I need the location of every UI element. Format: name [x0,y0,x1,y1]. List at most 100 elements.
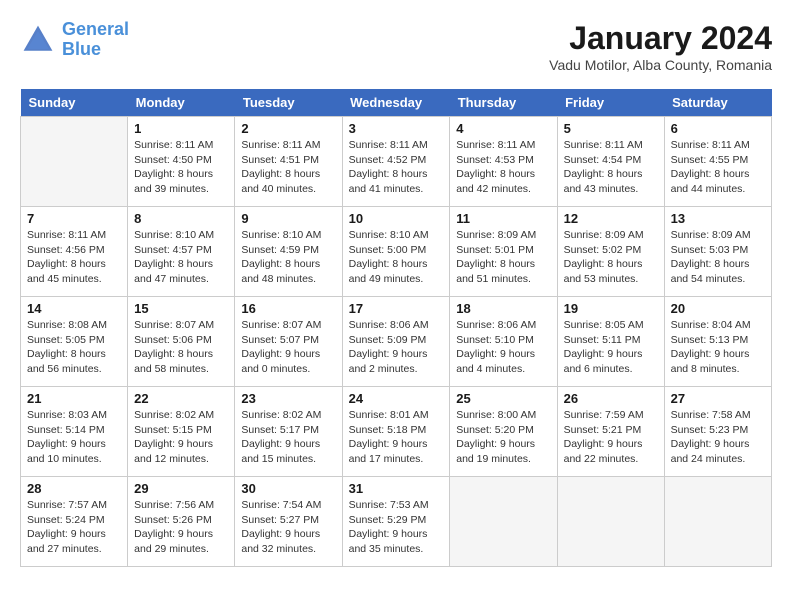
day-info: Sunrise: 8:09 AMSunset: 5:02 PMDaylight:… [564,228,658,287]
day-cell: 16 Sunrise: 8:07 AMSunset: 5:07 PMDaylig… [235,297,342,387]
day-info: Sunrise: 8:07 AMSunset: 5:06 PMDaylight:… [134,318,228,377]
day-cell: 23 Sunrise: 8:02 AMSunset: 5:17 PMDaylig… [235,387,342,477]
day-cell: 20 Sunrise: 8:04 AMSunset: 5:13 PMDaylig… [664,297,771,387]
day-cell: 22 Sunrise: 8:02 AMSunset: 5:15 PMDaylig… [128,387,235,477]
logo-line2: Blue [62,39,101,59]
day-info: Sunrise: 7:53 AMSunset: 5:29 PMDaylight:… [349,498,444,557]
day-info: Sunrise: 8:07 AMSunset: 5:07 PMDaylight:… [241,318,335,377]
day-cell: 10 Sunrise: 8:10 AMSunset: 5:00 PMDaylig… [342,207,450,297]
day-number: 10 [349,211,444,226]
day-number: 7 [27,211,121,226]
day-number: 8 [134,211,228,226]
day-number: 20 [671,301,765,316]
day-number: 21 [27,391,121,406]
day-number: 25 [456,391,550,406]
week-row-1: 7 Sunrise: 8:11 AMSunset: 4:56 PMDayligh… [21,207,772,297]
day-info: Sunrise: 8:06 AMSunset: 5:09 PMDaylight:… [349,318,444,377]
day-cell [664,477,771,567]
day-cell: 28 Sunrise: 7:57 AMSunset: 5:24 PMDaylig… [21,477,128,567]
logo-text: General Blue [62,20,129,60]
week-row-4: 28 Sunrise: 7:57 AMSunset: 5:24 PMDaylig… [21,477,772,567]
day-info: Sunrise: 8:10 AMSunset: 4:57 PMDaylight:… [134,228,228,287]
day-info: Sunrise: 8:02 AMSunset: 5:15 PMDaylight:… [134,408,228,467]
day-number: 28 [27,481,121,496]
day-cell [557,477,664,567]
day-number: 11 [456,211,550,226]
header-tuesday: Tuesday [235,89,342,117]
day-cell: 18 Sunrise: 8:06 AMSunset: 5:10 PMDaylig… [450,297,557,387]
week-row-0: 1 Sunrise: 8:11 AMSunset: 4:50 PMDayligh… [21,117,772,207]
day-cell: 21 Sunrise: 8:03 AMSunset: 5:14 PMDaylig… [21,387,128,477]
day-info: Sunrise: 8:11 AMSunset: 4:55 PMDaylight:… [671,138,765,197]
day-info: Sunrise: 8:00 AMSunset: 5:20 PMDaylight:… [456,408,550,467]
day-info: Sunrise: 8:01 AMSunset: 5:18 PMDaylight:… [349,408,444,467]
day-info: Sunrise: 7:54 AMSunset: 5:27 PMDaylight:… [241,498,335,557]
day-cell: 14 Sunrise: 8:08 AMSunset: 5:05 PMDaylig… [21,297,128,387]
day-number: 24 [349,391,444,406]
day-info: Sunrise: 7:58 AMSunset: 5:23 PMDaylight:… [671,408,765,467]
location: Vadu Motilor, Alba County, Romania [549,57,772,73]
day-info: Sunrise: 8:03 AMSunset: 5:14 PMDaylight:… [27,408,121,467]
header-saturday: Saturday [664,89,771,117]
day-number: 19 [564,301,658,316]
day-info: Sunrise: 8:09 AMSunset: 5:01 PMDaylight:… [456,228,550,287]
day-number: 5 [564,121,658,136]
day-cell: 30 Sunrise: 7:54 AMSunset: 5:27 PMDaylig… [235,477,342,567]
page-header: General Blue January 2024 Vadu Motilor, … [20,20,772,73]
day-number: 22 [134,391,228,406]
day-number: 31 [349,481,444,496]
header-thursday: Thursday [450,89,557,117]
day-cell: 19 Sunrise: 8:05 AMSunset: 5:11 PMDaylig… [557,297,664,387]
logo: General Blue [20,20,129,60]
header-wednesday: Wednesday [342,89,450,117]
day-number: 12 [564,211,658,226]
day-number: 4 [456,121,550,136]
day-number: 1 [134,121,228,136]
day-cell: 6 Sunrise: 8:11 AMSunset: 4:55 PMDayligh… [664,117,771,207]
day-number: 17 [349,301,444,316]
day-info: Sunrise: 8:04 AMSunset: 5:13 PMDaylight:… [671,318,765,377]
day-number: 18 [456,301,550,316]
day-number: 16 [241,301,335,316]
day-cell: 1 Sunrise: 8:11 AMSunset: 4:50 PMDayligh… [128,117,235,207]
day-cell: 17 Sunrise: 8:06 AMSunset: 5:09 PMDaylig… [342,297,450,387]
week-row-2: 14 Sunrise: 8:08 AMSunset: 5:05 PMDaylig… [21,297,772,387]
day-number: 15 [134,301,228,316]
title-block: January 2024 Vadu Motilor, Alba County, … [549,20,772,73]
week-row-3: 21 Sunrise: 8:03 AMSunset: 5:14 PMDaylig… [21,387,772,477]
day-number: 9 [241,211,335,226]
day-number: 3 [349,121,444,136]
day-info: Sunrise: 8:11 AMSunset: 4:54 PMDaylight:… [564,138,658,197]
day-number: 6 [671,121,765,136]
header-monday: Monday [128,89,235,117]
day-info: Sunrise: 8:09 AMSunset: 5:03 PMDaylight:… [671,228,765,287]
day-cell: 26 Sunrise: 7:59 AMSunset: 5:21 PMDaylig… [557,387,664,477]
day-info: Sunrise: 8:11 AMSunset: 4:50 PMDaylight:… [134,138,228,197]
day-cell: 13 Sunrise: 8:09 AMSunset: 5:03 PMDaylig… [664,207,771,297]
day-info: Sunrise: 7:56 AMSunset: 5:26 PMDaylight:… [134,498,228,557]
month-title: January 2024 [549,20,772,57]
day-cell: 15 Sunrise: 8:07 AMSunset: 5:06 PMDaylig… [128,297,235,387]
day-info: Sunrise: 7:59 AMSunset: 5:21 PMDaylight:… [564,408,658,467]
day-cell: 25 Sunrise: 8:00 AMSunset: 5:20 PMDaylig… [450,387,557,477]
day-cell: 12 Sunrise: 8:09 AMSunset: 5:02 PMDaylig… [557,207,664,297]
day-info: Sunrise: 8:11 AMSunset: 4:53 PMDaylight:… [456,138,550,197]
day-number: 26 [564,391,658,406]
day-info: Sunrise: 8:02 AMSunset: 5:17 PMDaylight:… [241,408,335,467]
day-cell: 27 Sunrise: 7:58 AMSunset: 5:23 PMDaylig… [664,387,771,477]
day-info: Sunrise: 7:57 AMSunset: 5:24 PMDaylight:… [27,498,121,557]
day-cell: 24 Sunrise: 8:01 AMSunset: 5:18 PMDaylig… [342,387,450,477]
day-number: 14 [27,301,121,316]
logo-icon [20,22,56,58]
calendar-header-row: Sunday Monday Tuesday Wednesday Thursday… [21,89,772,117]
day-info: Sunrise: 8:08 AMSunset: 5:05 PMDaylight:… [27,318,121,377]
day-cell [450,477,557,567]
day-info: Sunrise: 8:11 AMSunset: 4:56 PMDaylight:… [27,228,121,287]
day-cell: 29 Sunrise: 7:56 AMSunset: 5:26 PMDaylig… [128,477,235,567]
day-info: Sunrise: 8:11 AMSunset: 4:51 PMDaylight:… [241,138,335,197]
day-number: 27 [671,391,765,406]
day-cell: 5 Sunrise: 8:11 AMSunset: 4:54 PMDayligh… [557,117,664,207]
day-info: Sunrise: 8:10 AMSunset: 5:00 PMDaylight:… [349,228,444,287]
day-cell: 4 Sunrise: 8:11 AMSunset: 4:53 PMDayligh… [450,117,557,207]
day-cell: 8 Sunrise: 8:10 AMSunset: 4:57 PMDayligh… [128,207,235,297]
